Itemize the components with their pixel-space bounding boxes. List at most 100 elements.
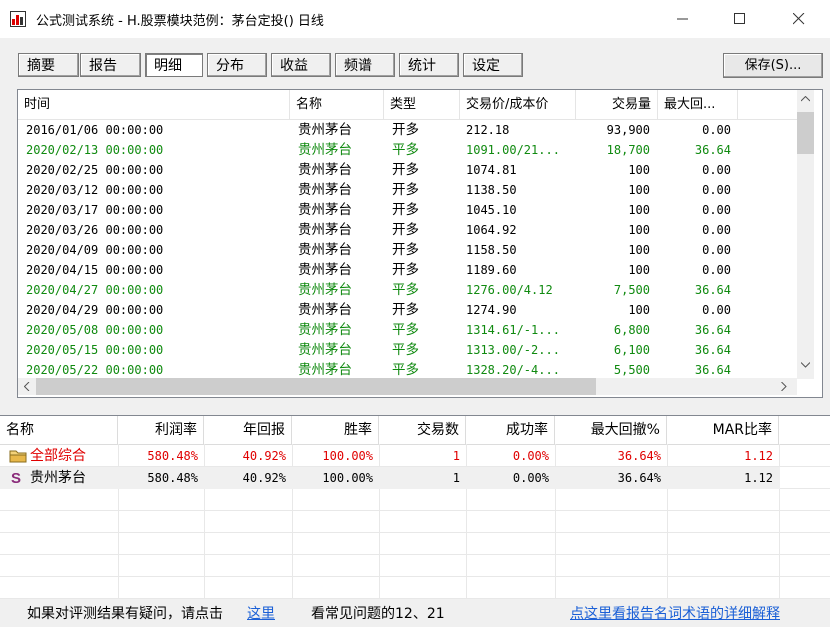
table-row[interactable]: 2020/02/25 00:00:00 贵州茅台 开多 1074.81 100 0.00 [18, 160, 798, 180]
horizontal-scroll-thumb[interactable] [36, 378, 596, 395]
cell-volume: 100 [628, 163, 650, 177]
tab-summary[interactable]: 摘要 [18, 53, 79, 77]
table-row[interactable]: 2020/03/12 00:00:00 贵州茅台 开多 1138.50 100 0.00 [18, 180, 798, 200]
cell-drawdown: 36.64 [694, 283, 731, 297]
column-header-name[interactable]: 名称 [290, 90, 384, 119]
table-row[interactable]: 2020/04/27 00:00:00 贵州茅台 平多 1276.00/4.12 7,5… [18, 280, 798, 300]
summary-cell-annual: 40.92% [242, 471, 286, 485]
column-header-volume[interactable]: 交易量 [576, 90, 658, 119]
summary-header-winrate[interactable]: 胜率 [292, 416, 379, 444]
cell-price: 1276.00/4.12 [466, 283, 553, 297]
column-header-drawdown[interactable]: 最大回... [658, 90, 738, 119]
cell-drawdown: 0.00 [702, 243, 731, 257]
table-row[interactable]: 2020/04/29 00:00:00 贵州茅台 开多 1274.90 100 0.00 [18, 300, 798, 320]
cell-type: 平多 [392, 342, 419, 358]
grid-line [0, 576, 830, 577]
column-header-price[interactable]: 交易价/成本价 [460, 90, 576, 119]
cell-time: 2020/05/22 00:00:00 [26, 363, 164, 377]
tab-report[interactable]: 报告 [80, 53, 141, 77]
column-header-type[interactable]: 类型 [384, 90, 460, 119]
table-row[interactable]: 2020/05/15 00:00:00 贵州茅台 平多 1313.00/-2... 6,… [18, 340, 798, 360]
faq-text: 看常见问题的12、21 [311, 606, 445, 622]
cell-time: 2020/03/12 00:00:00 [26, 183, 164, 197]
scroll-right-icon[interactable] [781, 382, 787, 391]
cell-time: 2020/05/15 00:00:00 [26, 343, 164, 357]
cell-price: 1045.10 [466, 203, 517, 217]
grid-line [0, 554, 830, 555]
cell-time: 2020/03/17 00:00:00 [26, 203, 164, 217]
column-header-time[interactable]: 时间 [18, 90, 290, 119]
table-row[interactable]: 2020/05/22 00:00:00 贵州茅台 平多 1328.20/-4... 5,… [18, 360, 798, 380]
table-row[interactable]: 2020/03/17 00:00:00 贵州茅台 开多 1045.10 100 0.00 [18, 200, 798, 220]
table-row[interactable]: 2020/03/26 00:00:00 贵州茅台 开多 1064.92 100 0.00 [18, 220, 798, 240]
cell-time: 2020/05/08 00:00:00 [26, 323, 164, 337]
tab-returns[interactable]: 收益 [271, 53, 331, 77]
cell-volume: 18,700 [606, 143, 650, 157]
summary-header-trades[interactable]: 交易数 [379, 416, 466, 444]
cell-time: 2020/04/29 00:00:00 [26, 303, 164, 317]
cell-price: 1274.90 [466, 303, 517, 317]
tab-distribution[interactable]: 分布 [207, 53, 267, 77]
cell-time: 2020/04/09 00:00:00 [26, 243, 164, 257]
grid-line [0, 532, 830, 533]
scroll-down-icon[interactable] [801, 362, 810, 368]
summary-table: 名称 利润率 年回报 胜率 交易数 成功率 最大回撤% MAR比率 全部综合 58… [0, 415, 830, 600]
summary-row[interactable]: 全部综合 580.48% 40.92% 100.00% 1 0.00% 36.64% 1.12 [0, 445, 780, 467]
app-chart-icon [10, 11, 26, 27]
summary-cell-mar: 1.12 [744, 449, 773, 463]
close-button[interactable] [776, 0, 822, 38]
cell-drawdown: 0.00 [702, 203, 731, 217]
table-row[interactable]: 2020/02/13 00:00:00 贵州茅台 平多 1091.00/21... 18… [18, 140, 798, 160]
save-button[interactable]: 保存(S)... [723, 53, 823, 78]
vertical-scroll-thumb[interactable] [797, 112, 814, 154]
summary-cell-maxdd: 36.64% [617, 471, 661, 485]
vertical-scrollbar[interactable] [797, 90, 814, 379]
table-row[interactable]: 2020/05/08 00:00:00 贵州茅台 平多 1314.61/-1... 6,… [18, 320, 798, 340]
summary-header-maxdd[interactable]: 最大回撤% [555, 416, 667, 444]
here-link[interactable]: 这里 [247, 603, 275, 623]
summary-header-annual[interactable]: 年回报 [204, 416, 292, 444]
detail-table: 时间 名称 类型 交易价/成本价 交易量 最大回... 2016/01/06 0… [17, 89, 823, 398]
cell-name: 贵州茅台 [298, 262, 352, 278]
cell-price: 1328.20/-4... [466, 363, 560, 377]
cell-volume: 100 [628, 183, 650, 197]
scroll-up-icon[interactable] [801, 96, 810, 102]
stock-s-icon: S [9, 470, 23, 490]
cell-type: 平多 [392, 322, 419, 338]
cell-time: 2016/01/06 00:00:00 [26, 123, 164, 137]
tab-detail[interactable]: 明细 [145, 53, 203, 77]
tab-statistics[interactable]: 统计 [399, 53, 459, 77]
table-row[interactable]: 2020/04/15 00:00:00 贵州茅台 开多 1189.60 100 0.00 [18, 260, 798, 280]
summary-header-name[interactable]: 名称 [0, 416, 118, 444]
cell-volume: 6,100 [613, 343, 650, 357]
cell-type: 平多 [392, 142, 419, 158]
cell-type: 平多 [392, 362, 419, 378]
summary-row[interactable]: S 贵州茅台 580.48% 40.92% 100.00% 1 0.00% 36.64% 1.1… [0, 467, 780, 489]
summary-cell-name: 贵州茅台 [30, 470, 86, 486]
summary-header-success[interactable]: 成功率 [466, 416, 555, 444]
table-row[interactable]: 2020/04/09 00:00:00 贵州茅台 开多 1158.50 100 0.00 [18, 240, 798, 260]
cell-type: 开多 [392, 182, 419, 198]
cell-volume: 7,500 [613, 283, 650, 297]
cell-volume: 6,800 [613, 323, 650, 337]
minimize-button[interactable] [660, 0, 706, 38]
cell-name: 贵州茅台 [298, 162, 352, 178]
cell-volume: 100 [628, 203, 650, 217]
tab-spectrum[interactable]: 频谱 [335, 53, 395, 77]
table-row[interactable]: 2016/01/06 00:00:00 贵州茅台 开多 212.18 93,900 0.0… [18, 120, 798, 140]
cell-drawdown: 36.64 [694, 323, 731, 337]
summary-header-profit[interactable]: 利润率 [118, 416, 204, 444]
close-icon [793, 13, 805, 25]
cell-name: 贵州茅台 [298, 202, 352, 218]
cell-time: 2020/02/13 00:00:00 [26, 143, 164, 157]
scroll-left-icon[interactable] [24, 382, 30, 391]
glossary-link[interactable]: 点这里看报告名词术语的详细解释 [570, 603, 780, 623]
cell-name: 贵州茅台 [298, 122, 352, 138]
horizontal-scrollbar[interactable] [18, 378, 797, 395]
summary-cell-profit: 580.48% [147, 471, 198, 485]
cell-drawdown: 0.00 [702, 263, 731, 277]
summary-header-mar[interactable]: MAR比率 [667, 416, 779, 444]
minimize-icon [677, 18, 688, 20]
maximize-button[interactable] [717, 0, 763, 38]
tab-settings[interactable]: 设定 [463, 53, 523, 77]
